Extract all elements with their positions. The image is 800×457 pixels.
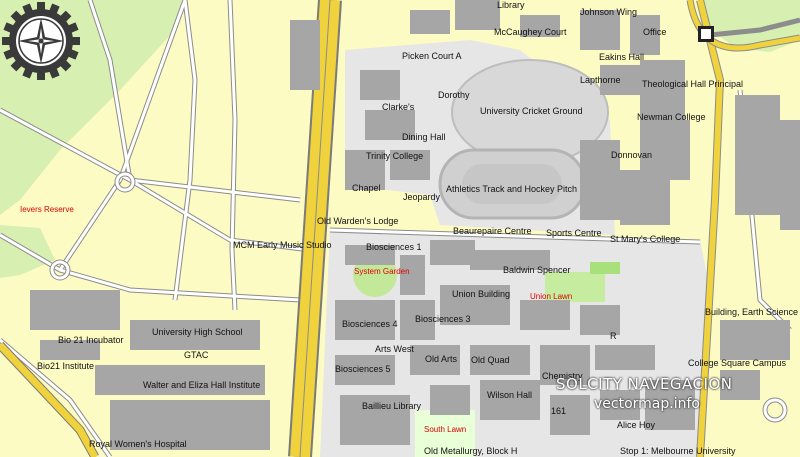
label-sports-centre: Sports Centre xyxy=(546,228,602,238)
label-dorothy: Dorothy xyxy=(438,90,470,100)
label-old-arts: Old Arts xyxy=(425,354,458,364)
label-johnson-wing: Johnson Wing xyxy=(580,7,638,17)
label-old-wardens-lodge: Old Warden's Lodge xyxy=(317,216,399,226)
label-gtac: GTAC xyxy=(184,350,209,360)
label-trinity-college: Trinity College xyxy=(366,151,424,161)
route-sign-icon xyxy=(698,26,714,42)
label-lapthorne: Lapthorne xyxy=(580,75,621,85)
watermark-url: vectormap.info xyxy=(594,396,700,412)
label-161: 161 xyxy=(551,406,567,416)
label-union-building: Union Building xyxy=(452,289,511,299)
label-old-metallurgy: Old Metallurgy, Block H xyxy=(424,446,518,456)
label-wilson-hall: Wilson Hall xyxy=(487,390,533,400)
label-theological-hall-principal: Theological Hall Principal xyxy=(642,79,744,89)
label-royal-womens-hospital: Royal Women's Hospital xyxy=(89,439,187,449)
label-south-lawn: South Lawn xyxy=(424,425,467,434)
label-system-garden: System Garden xyxy=(354,267,410,276)
label-building-earth-science: Building, Earth Science xyxy=(705,307,799,317)
label-athletics-track: Athletics Track and Hockey Pitch xyxy=(446,184,578,194)
label-bio21-incubator: Bio 21 Incubator xyxy=(58,335,124,345)
label-biosciences-5: Biosciences 5 xyxy=(335,364,391,374)
label-r-partial: R xyxy=(610,331,617,341)
label-biosciences-1: Biosciences 1 xyxy=(366,242,422,252)
label-baillieu-library: Baillieu Library xyxy=(362,401,422,411)
label-arts-west: Arts West xyxy=(375,344,414,354)
label-beaurepaire-centre: Beaurepaire Centre xyxy=(453,226,532,236)
label-university-high-school: University High School xyxy=(152,327,243,337)
label-biosciences-3: Biosciences 3 xyxy=(415,314,471,324)
label-mcm-early-music-studio: MCM Early Music Studio xyxy=(233,240,332,250)
label-library: Library xyxy=(497,0,525,10)
label-jeopardy: Jeopardy xyxy=(403,192,441,202)
label-newman-college: Newman College xyxy=(637,112,706,122)
lawn-patch-1 xyxy=(590,262,620,274)
label-union-lawn: Union Lawn xyxy=(530,292,573,301)
label-cricket-ground: University Cricket Ground xyxy=(480,106,583,116)
label-walter-eliza-hall: Walter and Eliza Hall Institute xyxy=(143,380,261,390)
label-donnovan: Donnovan xyxy=(611,150,653,160)
label-baldwin-spencer: Baldwin Spencer xyxy=(503,265,571,275)
watermark-title: SOLCITY NAVEGACION xyxy=(556,375,733,393)
label-bio21-institute: Bio21 Institute xyxy=(37,361,95,371)
label-ievers-reserve: Ievers Reserve xyxy=(20,205,74,214)
label-biosciences-4: Biosciences 4 xyxy=(342,319,398,329)
label-office: Office xyxy=(643,27,667,37)
map-canvas[interactable]: Library Johnson Wing McCaughey Court Off… xyxy=(0,0,800,457)
compass-gear-icon xyxy=(2,2,80,80)
label-st-marys-college: St Mary's College xyxy=(610,234,681,244)
label-college-square-campus: College Square Campus xyxy=(688,358,787,368)
label-dining-hall: Dining Hall xyxy=(402,132,446,142)
label-stop-1: Stop 1: Melbourne University xyxy=(620,446,736,456)
label-eakins-hall: Eakins Hall xyxy=(599,52,645,62)
label-old-quad: Old Quad xyxy=(471,355,510,365)
label-chapel: Chapel xyxy=(352,183,381,193)
label-picken-court-a: Picken Court A xyxy=(402,51,462,61)
label-mccaughey-court: McCaughey Court xyxy=(494,27,567,37)
label-clarkes: Clarke's xyxy=(382,102,415,112)
label-alice-hoy: Alice Hoy xyxy=(617,420,656,430)
